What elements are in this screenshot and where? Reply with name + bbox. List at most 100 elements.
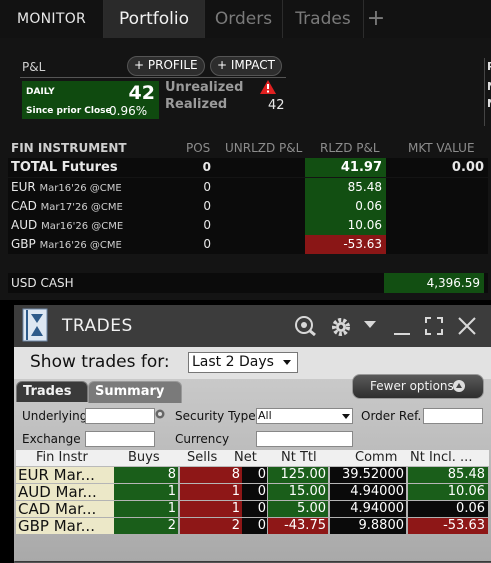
dropdown-arrow-icon bbox=[283, 360, 291, 365]
realized-label: Realized bbox=[165, 97, 228, 112]
instrument-cell: AUD Mar16'26 @CME bbox=[11, 218, 124, 232]
subtab-summary[interactable]: Summary bbox=[88, 381, 182, 403]
nt-incl-cell: 0.06 bbox=[408, 501, 488, 517]
daily-pnl-box: DAILY 42 Since prior Close 0.96% bbox=[22, 81, 159, 119]
position-row[interactable]: AUD Mar16'26 @CME 0 10.06 bbox=[8, 216, 488, 235]
net-cell: 0 bbox=[242, 484, 267, 500]
rlzd-cell: 0.06 bbox=[305, 197, 386, 216]
underlying-label: Underlying bbox=[22, 409, 88, 423]
sells-cell: 2 bbox=[180, 518, 242, 534]
divider bbox=[20, 77, 286, 78]
daily-value: 42 bbox=[128, 82, 155, 104]
since-prior-close-pct: 0.96% bbox=[109, 104, 148, 118]
total-pos: 0 bbox=[202, 160, 211, 174]
col-nt-ttl[interactable]: Nt Ttl bbox=[281, 450, 317, 466]
trades-titlebar[interactable]: TRADES bbox=[14, 305, 491, 347]
rlzd-cell: 10.06 bbox=[305, 216, 386, 235]
summary-grid-header: Fin Instr Buys Sells Net Nt Ttl Comm Nt … bbox=[16, 450, 489, 466]
since-prior-close-label: Since prior Close bbox=[26, 106, 112, 116]
tab-portfolio[interactable]: Portfolio bbox=[104, 0, 205, 38]
nt-ttl-cell: 5.00 bbox=[268, 501, 328, 517]
sells-cell: 8 bbox=[180, 467, 242, 483]
nt-ttl-cell: 125.00 bbox=[268, 467, 328, 483]
buys-cell: 1 bbox=[114, 501, 178, 517]
col-nt-incl[interactable]: Nt Incl. ... bbox=[410, 450, 472, 466]
summary-row[interactable]: EUR Mar... 8 8 0 125.00 39.52000 85.48 bbox=[16, 467, 489, 483]
col-rlzd-pnl[interactable]: RLZD P&L bbox=[320, 141, 380, 155]
comm-cell: 9.8800 bbox=[330, 518, 406, 534]
minimize-icon[interactable] bbox=[392, 317, 412, 337]
usd-cash-row[interactable]: USD CASH 4,396.59 bbox=[8, 273, 488, 293]
position-row[interactable]: EUR Mar16'26 @CME 0 85.48 bbox=[8, 178, 488, 197]
total-futures-row[interactable]: TOTAL Futures 0 41.97 0.00 bbox=[8, 158, 488, 177]
buys-cell: 2 bbox=[114, 518, 178, 534]
nt-ttl-cell: 15.00 bbox=[268, 484, 328, 500]
fewer-options-button[interactable]: Fewer options bbox=[352, 374, 484, 399]
total-label: TOTAL Futures bbox=[11, 160, 118, 175]
instr-cell: GBP Mar... bbox=[16, 518, 114, 534]
net-cell: 0 bbox=[242, 501, 267, 517]
gear-icon[interactable] bbox=[330, 316, 352, 338]
col-mkt-value[interactable]: MKT VALUE bbox=[408, 141, 475, 155]
position-row[interactable]: CAD Mar17'26 @CME 0 0.06 bbox=[8, 197, 488, 216]
tab-orders[interactable]: Orders bbox=[205, 0, 283, 38]
comm-cell: 4.94000 bbox=[330, 501, 406, 517]
net-cell: 0 bbox=[242, 518, 267, 534]
security-type-select[interactable]: All bbox=[256, 408, 353, 424]
close-icon[interactable] bbox=[457, 316, 477, 336]
realized-value: 42 bbox=[268, 98, 285, 113]
col-sells[interactable]: Sells bbox=[187, 450, 217, 466]
col-comm[interactable]: Comm bbox=[355, 450, 397, 466]
comm-cell: 4.94000 bbox=[330, 484, 406, 500]
cash-label: USD CASH bbox=[11, 276, 74, 290]
col-unrlzd-pnl[interactable]: UNRLZD P&L bbox=[225, 141, 302, 155]
position-row[interactable]: GBP Mar16'26 @CME 0 -53.63 bbox=[8, 235, 488, 254]
summary-row[interactable]: CAD Mar... 1 1 0 5.00 4.94000 0.06 bbox=[16, 501, 489, 517]
chevron-down-icon[interactable] bbox=[364, 321, 376, 329]
col-fin-instrument[interactable]: FIN INSTRUMENT bbox=[11, 141, 127, 155]
order-ref-label: Order Ref. bbox=[361, 409, 422, 423]
chat-search-icon[interactable] bbox=[294, 316, 318, 336]
daily-label: DAILY bbox=[26, 87, 55, 97]
period-select[interactable]: Last 2 Days bbox=[188, 352, 298, 373]
instrument-cell: EUR Mar16'26 @CME bbox=[11, 180, 122, 194]
pos-cell: 0 bbox=[203, 199, 211, 213]
profile-button[interactable]: + PROFILE bbox=[127, 56, 205, 76]
order-ref-input[interactable] bbox=[423, 408, 483, 424]
exchange-input[interactable] bbox=[85, 431, 155, 447]
tab-monitor[interactable]: MONITOR bbox=[0, 0, 104, 38]
collapse-up-icon bbox=[453, 380, 465, 392]
currency-input[interactable] bbox=[256, 431, 353, 447]
comm-cell: 39.52000 bbox=[330, 467, 406, 483]
buys-cell: 8 bbox=[114, 467, 178, 483]
underlying-input[interactable] bbox=[85, 408, 155, 424]
currency-label: Currency bbox=[175, 432, 230, 446]
instrument-cell: GBP Mar16'26 @CME bbox=[11, 237, 122, 251]
unrealized-label: Unrealized bbox=[165, 80, 244, 95]
summary-row[interactable]: GBP Mar... 2 2 0 -43.75 9.8800 -53.63 bbox=[16, 518, 489, 534]
col-buys[interactable]: Buys bbox=[128, 450, 160, 466]
instr-cell: EUR Mar... bbox=[16, 467, 114, 483]
pos-cell: 0 bbox=[203, 218, 211, 232]
alert-icon[interactable] bbox=[260, 80, 276, 94]
pos-cell: 0 bbox=[203, 237, 211, 251]
pnl-label: P&L bbox=[22, 60, 46, 74]
plus-icon[interactable]: + bbox=[364, 0, 388, 38]
col-fin-instr[interactable]: Fin Instr bbox=[36, 450, 88, 466]
subtab-trades[interactable]: Trades bbox=[16, 381, 88, 402]
right-panel-edge: P N N bbox=[484, 58, 491, 126]
maximize-icon[interactable] bbox=[424, 316, 444, 336]
summary-row[interactable]: AUD Mar... 1 1 0 15.00 4.94000 10.06 bbox=[16, 484, 489, 500]
tab-bar: MONITOR Portfolio Orders Trades + bbox=[0, 0, 491, 39]
col-pos[interactable]: POS bbox=[186, 141, 210, 155]
col-net[interactable]: Net bbox=[234, 450, 257, 466]
net-cell: 0 bbox=[242, 467, 267, 483]
exchange-label: Exchange bbox=[22, 432, 81, 446]
search-small-icon[interactable] bbox=[155, 409, 165, 419]
impact-button[interactable]: + IMPACT bbox=[210, 56, 282, 76]
tab-trades[interactable]: Trades bbox=[283, 0, 364, 38]
rlzd-cell: 85.48 bbox=[305, 178, 386, 197]
security-type-label: Security Type bbox=[175, 409, 256, 423]
nt-incl-cell: 10.06 bbox=[408, 484, 488, 500]
dropdown-arrow-icon bbox=[342, 414, 350, 419]
